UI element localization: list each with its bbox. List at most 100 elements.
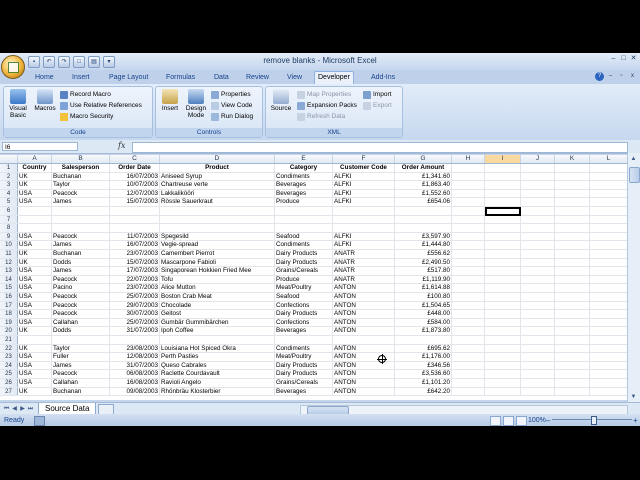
table-cell[interactable]: Vegie-spread: [160, 241, 275, 249]
table-cell[interactable]: [275, 215, 333, 224]
empty-cell[interactable]: [590, 301, 628, 310]
table-cell[interactable]: ANATR: [333, 258, 395, 267]
column-header-c[interactable]: C: [110, 155, 160, 163]
row-header[interactable]: 12: [0, 258, 18, 267]
table-cell[interactable]: £1,341.60: [395, 172, 452, 181]
empty-cell[interactable]: [590, 250, 628, 258]
office-button[interactable]: [1, 55, 25, 79]
table-cell[interactable]: Ipoh Coffee: [160, 327, 275, 335]
page-break-view-icon[interactable]: [516, 416, 527, 426]
tab-home[interactable]: Home: [32, 72, 57, 84]
table-cell[interactable]: Mascarpone Fabioli: [160, 258, 275, 267]
empty-cell[interactable]: [521, 198, 555, 206]
table-cell[interactable]: £556.62: [395, 250, 452, 258]
row-header[interactable]: 20: [0, 327, 18, 335]
table-cell[interactable]: USA: [18, 284, 52, 292]
table-cell[interactable]: James: [52, 361, 110, 370]
column-header-d[interactable]: D: [160, 155, 275, 163]
empty-cell[interactable]: [485, 310, 521, 318]
empty-cell[interactable]: [521, 250, 555, 258]
empty-cell[interactable]: [555, 301, 590, 310]
table-cell[interactable]: Camembert Pierrot: [160, 250, 275, 258]
table-cell[interactable]: James: [52, 241, 110, 249]
table-cell[interactable]: Geitost: [160, 310, 275, 318]
table-cell[interactable]: Dairy Products: [275, 250, 333, 258]
row-header[interactable]: 11: [0, 250, 18, 258]
row-header[interactable]: 13: [0, 267, 18, 275]
vertical-scrollbar[interactable]: ▲ ▼: [627, 153, 640, 403]
table-cell[interactable]: Produce: [275, 198, 333, 206]
row-header[interactable]: 24: [0, 361, 18, 370]
table-cell[interactable]: [275, 224, 333, 232]
table-cell[interactable]: Dairy Products: [275, 361, 333, 370]
table-cell[interactable]: 06/08/2003: [110, 370, 160, 378]
table-cell[interactable]: Raclette Courdavault: [160, 370, 275, 378]
help-icon[interactable]: ?: [595, 72, 604, 81]
empty-cell[interactable]: [555, 318, 590, 327]
row-header[interactable]: 22: [0, 344, 18, 353]
table-cell[interactable]: Confections: [275, 318, 333, 327]
table-cell[interactable]: UK: [18, 327, 52, 335]
empty-cell[interactable]: [555, 336, 590, 344]
table-cell[interactable]: 09/08/2003: [110, 387, 160, 396]
table-cell[interactable]: Dairy Products: [275, 370, 333, 378]
row-header[interactable]: 1: [0, 164, 18, 172]
record-macro-button[interactable]: Record Macro: [60, 90, 111, 99]
expansion-packs-button[interactable]: Expansion Packs: [297, 101, 357, 110]
empty-cell[interactable]: [452, 387, 485, 396]
table-cell[interactable]: Seafood: [275, 293, 333, 301]
table-cell[interactable]: Boston Crab Meat: [160, 293, 275, 301]
macro-record-icon[interactable]: [34, 416, 45, 426]
row-header[interactable]: 7: [0, 215, 18, 224]
empty-cell[interactable]: [590, 232, 628, 241]
column-title[interactable]: Customer Code: [333, 164, 395, 172]
insert-function-icon[interactable]: fx: [118, 141, 125, 150]
table-cell[interactable]: USA: [18, 232, 52, 241]
table-cell[interactable]: USA: [18, 241, 52, 249]
table-cell[interactable]: Peacock: [52, 293, 110, 301]
empty-cell[interactable]: [521, 189, 555, 198]
doc-minimize-icon[interactable]: –: [606, 72, 615, 81]
active-cell-cursor[interactable]: [485, 206, 521, 216]
select-all-corner[interactable]: [0, 155, 18, 163]
empty-cell[interactable]: [485, 189, 521, 198]
table-cell[interactable]: [160, 207, 275, 215]
print-icon[interactable]: ▤: [88, 56, 100, 68]
empty-cell[interactable]: [452, 164, 485, 172]
empty-cell[interactable]: [485, 301, 521, 310]
prev-sheet-icon[interactable]: ◀: [11, 405, 18, 413]
empty-cell[interactable]: [485, 284, 521, 292]
maximize-icon[interactable]: □: [619, 54, 628, 63]
empty-cell[interactable]: [485, 224, 521, 232]
empty-cell[interactable]: [521, 318, 555, 327]
table-cell[interactable]: [395, 336, 452, 344]
table-cell[interactable]: [160, 215, 275, 224]
empty-cell[interactable]: [485, 232, 521, 241]
name-box[interactable]: I6: [2, 142, 78, 151]
table-cell[interactable]: Chocolade: [160, 301, 275, 310]
row-header[interactable]: 9: [0, 232, 18, 241]
properties-button[interactable]: Properties: [211, 90, 251, 99]
table-cell[interactable]: £1,873.80: [395, 327, 452, 335]
table-cell[interactable]: Pacino: [52, 284, 110, 292]
table-cell[interactable]: [52, 215, 110, 224]
table-cell[interactable]: £584.00: [395, 318, 452, 327]
table-cell[interactable]: Beverages: [275, 387, 333, 396]
empty-cell[interactable]: [590, 215, 628, 224]
empty-cell[interactable]: [555, 275, 590, 284]
empty-cell[interactable]: [521, 172, 555, 181]
empty-cell[interactable]: [485, 275, 521, 284]
table-cell[interactable]: 16/07/2003: [110, 241, 160, 249]
table-cell[interactable]: ANTON: [333, 284, 395, 292]
table-cell[interactable]: 17/07/2003: [110, 267, 160, 275]
empty-cell[interactable]: [452, 232, 485, 241]
table-cell[interactable]: Gumbär Gummibärchen: [160, 318, 275, 327]
table-cell[interactable]: Condiments: [275, 172, 333, 181]
table-cell[interactable]: Dairy Products: [275, 310, 333, 318]
empty-cell[interactable]: [452, 353, 485, 361]
empty-cell[interactable]: [452, 310, 485, 318]
table-cell[interactable]: £1,101.20: [395, 379, 452, 387]
table-cell[interactable]: Dodds: [52, 327, 110, 335]
empty-cell[interactable]: [485, 344, 521, 353]
empty-cell[interactable]: [555, 189, 590, 198]
